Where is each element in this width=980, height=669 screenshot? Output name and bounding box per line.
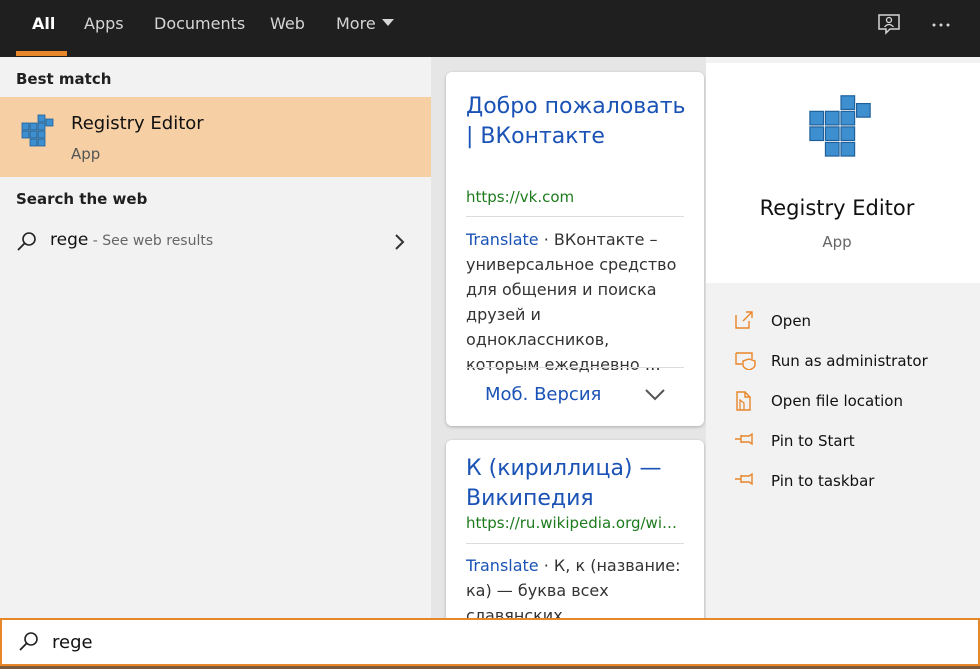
- web-result-text: rege - See web results: [50, 230, 213, 250]
- tab-more[interactable]: More: [336, 0, 394, 57]
- web-query: rege: [50, 230, 89, 250]
- card-divider: [466, 543, 684, 544]
- card-snippet: Translate · К, к (название: ка) — буква …: [466, 553, 686, 620]
- action-label: Pin to Start: [771, 432, 855, 450]
- card-snippet-text: · ВКонтакте – универсальное средство для…: [466, 230, 677, 374]
- preview-subtitle: App: [822, 233, 852, 251]
- action-run-as-admin[interactable]: Run as administrator: [734, 348, 974, 374]
- chevron-right-icon[interactable]: [393, 233, 407, 251]
- tab-all[interactable]: All: [32, 0, 55, 57]
- active-tab-indicator: [16, 51, 67, 56]
- action-label: Run as administrator: [771, 352, 928, 370]
- shield-icon: [735, 352, 756, 370]
- action-open[interactable]: Open: [734, 308, 974, 334]
- card-snippet: Translate · ВКонтакте – универсальное ср…: [466, 227, 686, 377]
- search-box[interactable]: [0, 618, 980, 666]
- card-title[interactable]: Добро пожаловать | ВКонтакте: [466, 92, 686, 152]
- search-web-heading: Search the web: [16, 190, 148, 208]
- web-card[interactable]: Добро пожаловать | ВКонтакте https://vk.…: [446, 72, 704, 426]
- registry-editor-icon: [21, 114, 54, 147]
- action-open-file-location[interactable]: Open file location: [734, 388, 974, 414]
- app-preview-header: Registry Editor App: [706, 63, 980, 283]
- app-preview-panel: Registry Editor App Open Run as administ…: [706, 57, 980, 620]
- web-results-panel: Добро пожаловать | ВКонтакте https://vk.…: [431, 57, 706, 620]
- more-options-icon[interactable]: [928, 12, 954, 38]
- search-icon: [17, 232, 36, 251]
- file-location-icon: [736, 391, 751, 411]
- web-hint: - See web results: [88, 233, 214, 249]
- open-icon: [735, 311, 753, 329]
- pin-icon: [735, 432, 753, 446]
- chevron-down-icon: [381, 19, 394, 26]
- action-pin-to-taskbar[interactable]: Pin to taskbar: [734, 468, 974, 494]
- preview-title: Registry Editor: [759, 196, 915, 220]
- tab-documents[interactable]: Documents: [154, 0, 245, 57]
- action-label: Open file location: [771, 392, 903, 410]
- search-input[interactable]: [50, 628, 950, 656]
- results-list: Best match Registry Editor App Search th…: [0, 57, 431, 620]
- action-label: Open: [771, 312, 812, 330]
- tab-more-label: More: [336, 14, 376, 33]
- tab-apps[interactable]: Apps: [84, 0, 124, 57]
- card-divider: [466, 367, 684, 368]
- tab-web[interactable]: Web: [270, 0, 305, 57]
- card-url[interactable]: https://ru.wikipedia.org/wi…: [466, 514, 688, 532]
- best-match-title: Registry Editor: [71, 113, 204, 134]
- pin-icon: [735, 472, 753, 486]
- web-search-result[interactable]: rege - See web results: [0, 223, 431, 261]
- web-card[interactable]: К (кириллица) — Википедия https://ru.wik…: [446, 440, 704, 620]
- best-match-result[interactable]: Registry Editor App: [0, 97, 431, 177]
- translate-link[interactable]: Translate: [466, 556, 539, 575]
- card-url[interactable]: https://vk.com: [466, 188, 574, 206]
- best-match-subtitle: App: [71, 145, 101, 163]
- chevron-down-icon[interactable]: [644, 388, 666, 402]
- search-top-bar: All Apps Documents Web More: [0, 0, 980, 57]
- best-match-heading: Best match: [16, 70, 112, 88]
- card-title[interactable]: К (кириллица) — Википедия: [466, 454, 686, 514]
- search-icon: [19, 632, 38, 651]
- action-pin-to-start[interactable]: Pin to Start: [734, 428, 974, 454]
- registry-editor-icon: [809, 95, 871, 157]
- action-label: Pin to taskbar: [771, 472, 875, 490]
- card-divider: [466, 216, 684, 217]
- feedback-icon[interactable]: [876, 12, 902, 38]
- mobile-version-link[interactable]: Моб. Версия: [485, 384, 601, 405]
- translate-link[interactable]: Translate: [466, 230, 539, 249]
